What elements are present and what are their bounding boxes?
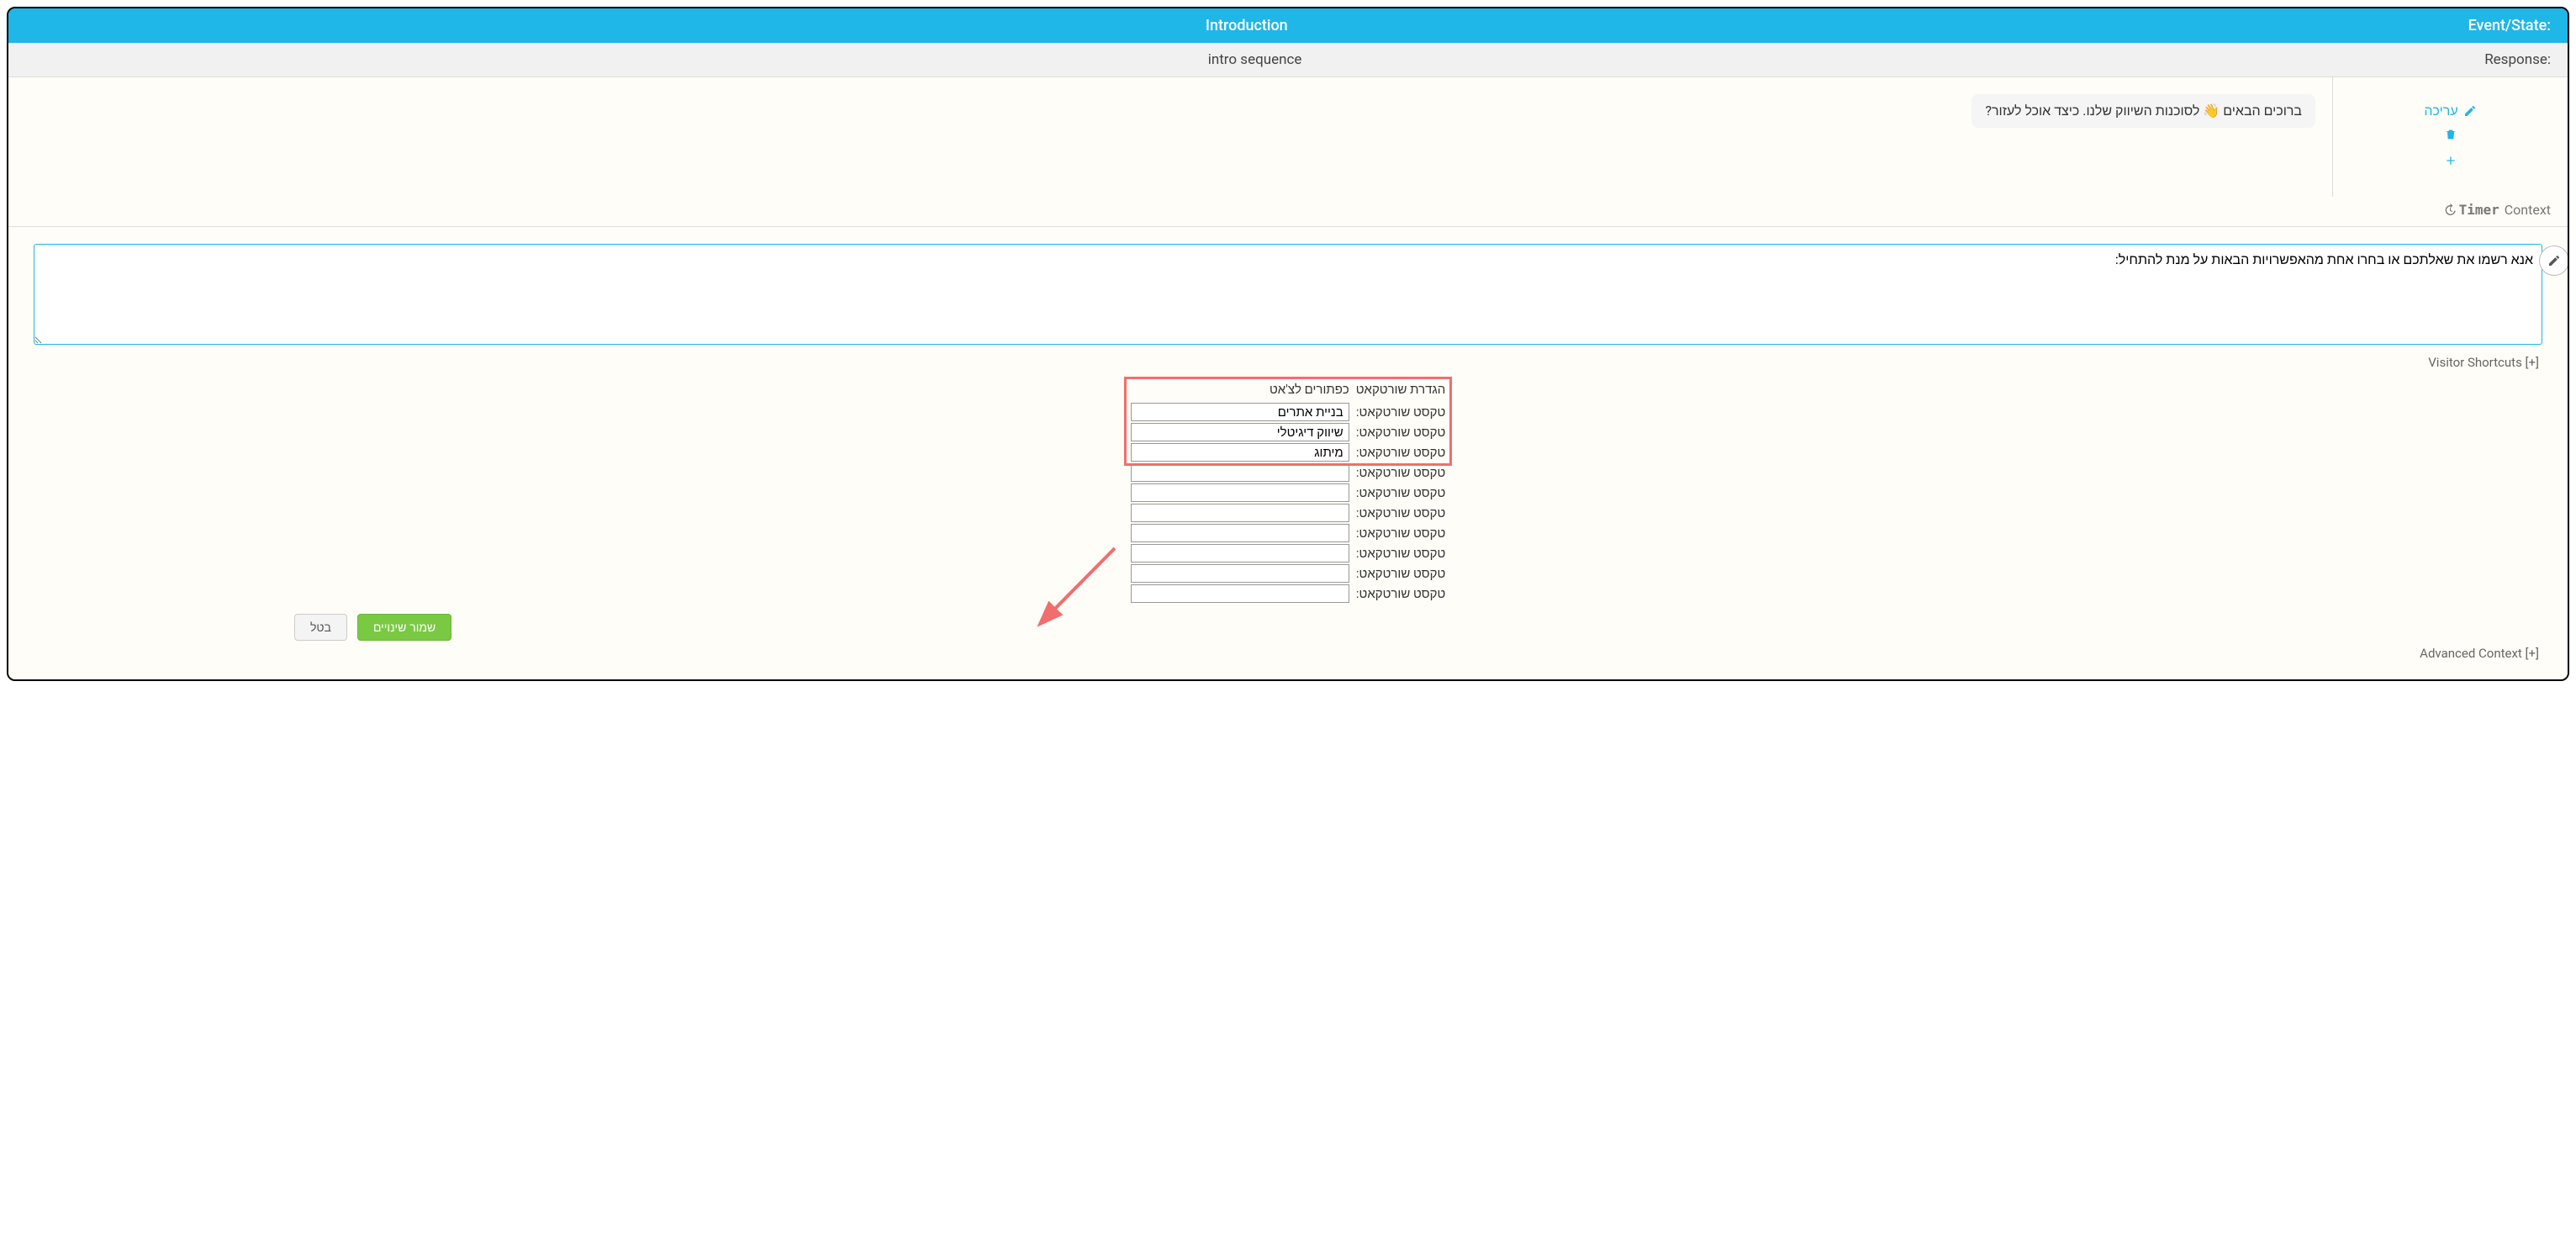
shortcut-input[interactable] — [1131, 403, 1349, 421]
add-action[interactable] — [2333, 154, 2568, 172]
shortcut-row-label: טקסט שורטקאט: — [1353, 563, 1449, 584]
shortcut-row-label: טקסט שורטקאט: — [1353, 503, 1449, 523]
shortcut-row: טקסט שורטקאט: — [1127, 503, 1449, 523]
shortcut-row: טקסט שורטקאט: — [1127, 462, 1449, 483]
shortcut-row-label: טקסט שורטקאט: — [1353, 543, 1449, 563]
shortcut-row: טקסט שורטקאט: — [1127, 584, 1449, 604]
shortcuts-zone: הגדרת שורטקאט כפתורים לצ'אט טקסט שורטקאט… — [34, 380, 2542, 604]
shortcut-input[interactable] — [1131, 463, 1349, 482]
shortcut-row-label: טקסט שורטקאט: — [1353, 462, 1449, 483]
main-area: עריכה ברוכים הבאים 👋 לסוכנות השיווק שלנו… — [8, 77, 2568, 197]
shortcut-row-label: טקסט שורטקאט: — [1353, 422, 1449, 442]
cancel-button[interactable]: בטל — [294, 614, 347, 641]
shortcut-row-label: טקסט שורטקאט: — [1353, 523, 1449, 543]
shortcut-input[interactable] — [1131, 564, 1349, 583]
context-row: Timer Context — [8, 197, 2568, 227]
buttons-row: בטל שמור שינויים — [34, 604, 2542, 641]
context-label: Context — [2505, 202, 2551, 218]
response-value: intro sequence — [25, 51, 2484, 68]
shortcut-row-label: טקסט שורטקאט: — [1353, 442, 1449, 462]
timer-tag[interactable]: Timer — [2443, 202, 2499, 218]
event-state-label: Event/State: — [2468, 17, 2551, 34]
pencil-icon — [2463, 104, 2477, 118]
shortcut-row: טקסט שורטקאט: — [1127, 483, 1449, 503]
timer-text: Timer — [2459, 202, 2499, 218]
col-define: הגדרת שורטקאט — [1353, 380, 1449, 402]
shortcut-row-label: טקסט שורטקאט: — [1353, 402, 1449, 422]
event-state-value: Introduction — [25, 17, 2468, 34]
shortcut-row: טקסט שורטקאט: — [1127, 402, 1449, 422]
config-window: Introduction Event/State: intro sequence… — [7, 7, 2569, 681]
shortcut-input[interactable] — [1131, 524, 1349, 542]
shortcut-row: טקסט שורטקאט: — [1127, 523, 1449, 543]
header-event-state: Introduction Event/State: — [8, 8, 2568, 43]
shortcut-input[interactable] — [1131, 504, 1349, 522]
shortcut-row: טקסט שורטקאט: — [1127, 543, 1449, 563]
edit-action[interactable]: עריכה — [2333, 103, 2568, 119]
advanced-context-toggle[interactable]: Advanced Context [+] — [34, 641, 2542, 663]
shortcut-row: טקסט שורטקאט: — [1127, 422, 1449, 442]
shortcut-row-label: טקסט שורטקאט: — [1353, 483, 1449, 503]
shortcut-row: טקסט שורטקאט: — [1127, 563, 1449, 584]
shortcut-input[interactable] — [1131, 443, 1349, 462]
save-button[interactable]: שמור שינויים — [357, 614, 451, 641]
shortcut-input[interactable] — [1131, 584, 1349, 603]
history-icon — [2443, 203, 2457, 217]
actions-sidebar: עריכה — [2332, 77, 2568, 197]
pencil-icon — [2547, 254, 2561, 267]
edit-round-button[interactable] — [2539, 246, 2569, 276]
header-response: intro sequence Response: — [8, 43, 2568, 77]
shortcut-row-label: טקסט שורטקאט: — [1353, 584, 1449, 604]
response-textarea[interactable] — [34, 244, 2542, 345]
shortcut-input[interactable] — [1131, 423, 1349, 441]
shortcuts-table: הגדרת שורטקאט כפתורים לצ'אט טקסט שורטקאט… — [1127, 380, 1449, 604]
response-label: Response: — [2484, 51, 2551, 68]
visitor-shortcuts-toggle[interactable]: Visitor Shortcuts [+] — [34, 348, 2542, 380]
shortcut-input[interactable] — [1131, 544, 1349, 563]
shortcut-input[interactable] — [1131, 483, 1349, 502]
welcome-bubble: ברוכים הבאים 👋 לסוכנות השיווק שלנו. כיצד… — [1972, 94, 2315, 128]
col-buttons: כפתורים לצ'אט — [1127, 380, 1353, 402]
delete-action[interactable] — [2333, 128, 2568, 145]
shortcut-row: טקסט שורטקאט: — [1127, 442, 1449, 462]
trash-icon — [2444, 128, 2457, 141]
edit-label: עריכה — [2424, 103, 2457, 119]
editor-section: Visitor Shortcuts [+] הגדרת שורטקאט כפתו… — [8, 227, 2568, 679]
plus-icon — [2444, 154, 2457, 167]
message-preview: ברוכים הבאים 👋 לסוכנות השיווק שלנו. כיצד… — [8, 77, 2332, 197]
